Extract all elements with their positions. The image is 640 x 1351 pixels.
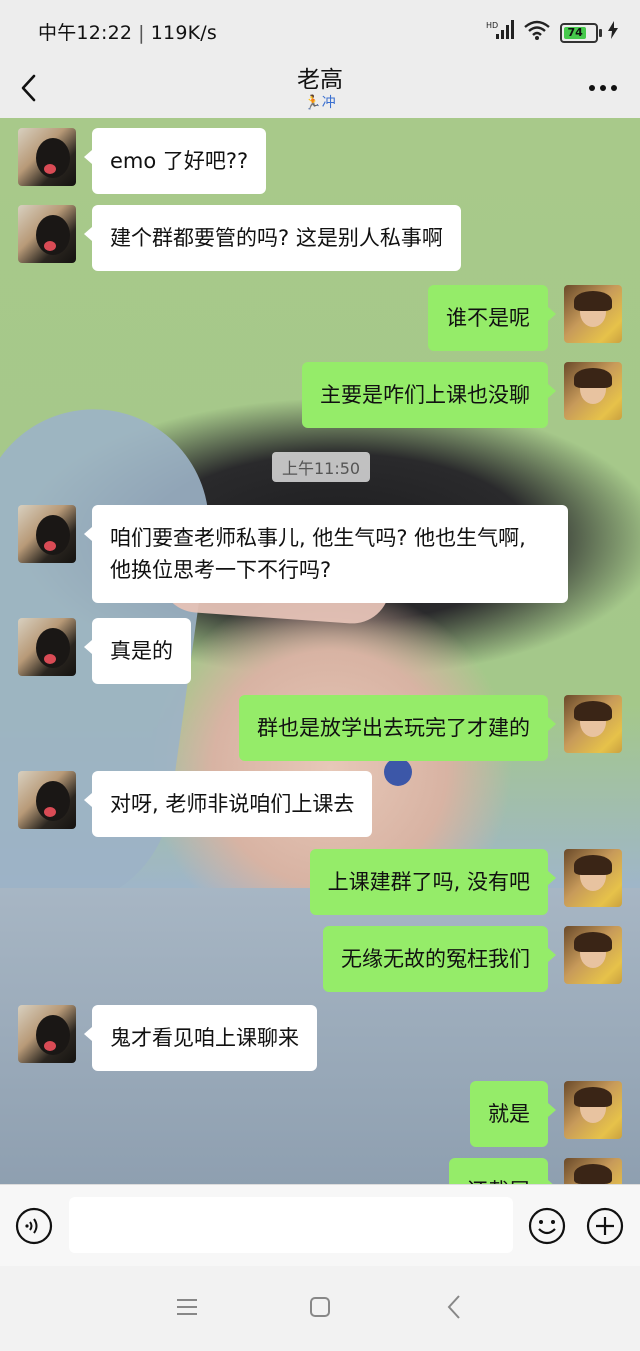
background-photo-sticker [384,758,412,786]
status-separator: | [138,22,145,44]
message-row: 咱们要查老师私事儿, 他生气吗? 他也生气啊, 他换位思考一下不行吗? [18,505,568,603]
received-message-bubble[interactable]: 建个群都要管的吗? 这是别人私事啊 [84,205,461,271]
sent-message-bubble[interactable]: 无缘无故的冤枉我们 [323,926,556,992]
more-icon[interactable] [588,84,618,92]
received-message-bubble[interactable]: 对呀, 老师非说咱们上课去 [83,771,373,837]
dog-avatar[interactable] [18,205,76,263]
sent-message-bubble[interactable]: 主要是咋们上课也没聊 [302,362,556,428]
message-row: 鬼才看见咱上课聊来 [18,1005,317,1071]
received-message-bubble[interactable]: emo 了好吧?? [83,128,267,194]
signal-icon: HD [486,20,514,45]
message-row: 对呀, 老师非说咱们上课去 [18,771,373,837]
voice-icon[interactable] [15,1207,53,1245]
wifi-icon [524,20,550,45]
message-row: 还截屏 [449,1158,622,1184]
girl-avatar[interactable] [564,1081,622,1139]
girl-avatar[interactable] [564,362,622,420]
sent-message-bubble[interactable]: 谁不是呢 [428,285,556,351]
girl-avatar[interactable] [564,1158,622,1184]
chat-title: 老高 [297,67,343,93]
chat-timestamp: 上午11:50 [272,452,371,482]
dog-avatar[interactable] [18,128,76,186]
chat-status: 🏃冲 [304,95,336,111]
status-net-speed: 119K/s [150,22,217,44]
battery-icon: 74 [560,22,602,43]
message-row: 群也是放学出去玩完了才建的 [239,695,622,761]
dog-avatar[interactable] [18,771,76,829]
sent-message-bubble[interactable]: 就是 [470,1081,556,1147]
message-input[interactable] [69,1197,513,1253]
message-row: 就是 [470,1081,622,1147]
received-message-bubble[interactable]: 鬼才看见咱上课聊来 [84,1005,317,1071]
signal-hd-label: HD [486,21,498,30]
message-row: emo 了好吧?? [18,128,267,194]
status-right: HD 74 [486,20,618,45]
message-row: 上课建群了吗, 没有吧 [309,849,622,915]
emoji-icon[interactable] [528,1207,566,1245]
battery-cap [599,28,602,37]
home-icon[interactable] [309,1296,331,1318]
recent-apps-icon[interactable] [176,1297,198,1317]
dog-avatar[interactable] [18,618,76,676]
girl-avatar[interactable] [564,285,622,343]
status-bar: 中午12:22 | 119K/s HD 74 [0,0,640,58]
status-time: 中午12:22 [38,22,133,44]
system-back-icon[interactable] [446,1294,462,1320]
message-row: 真是的 [18,618,191,684]
girl-avatar[interactable] [564,695,622,753]
girl-avatar[interactable] [564,849,622,907]
dog-avatar[interactable] [18,505,76,563]
chat-area[interactable]: 上午11:50 emo 了好吧?? 建个群都要管的吗? 这是别人私事啊谁不是呢主要… [0,118,640,1184]
sent-message-bubble[interactable]: 上课建群了吗, 没有吧 [309,849,557,915]
message-row: 主要是咋们上课也没聊 [302,362,622,428]
message-row: 谁不是呢 [428,285,622,351]
message-row: 无缘无故的冤枉我们 [323,926,622,992]
received-message-bubble[interactable]: 咱们要查老师私事儿, 他生气吗? 他也生气啊, 他换位思考一下不行吗? [84,505,568,603]
plus-icon[interactable] [586,1207,624,1245]
message-row: 建个群都要管的吗? 这是别人私事啊 [18,205,461,271]
received-message-bubble[interactable]: 真是的 [84,618,191,684]
status-left: 中午12:22 | 119K/s [38,18,217,45]
chat-header: 老高 🏃冲 [0,58,640,118]
battery-level: 74 [564,26,587,39]
input-bar [0,1184,640,1267]
system-nav-bar [0,1266,640,1351]
charging-icon [608,21,618,44]
sent-message-bubble[interactable]: 还截屏 [449,1158,556,1184]
girl-avatar[interactable] [564,926,622,984]
dog-avatar[interactable] [18,1005,76,1063]
sent-message-bubble[interactable]: 群也是放学出去玩完了才建的 [239,695,556,761]
